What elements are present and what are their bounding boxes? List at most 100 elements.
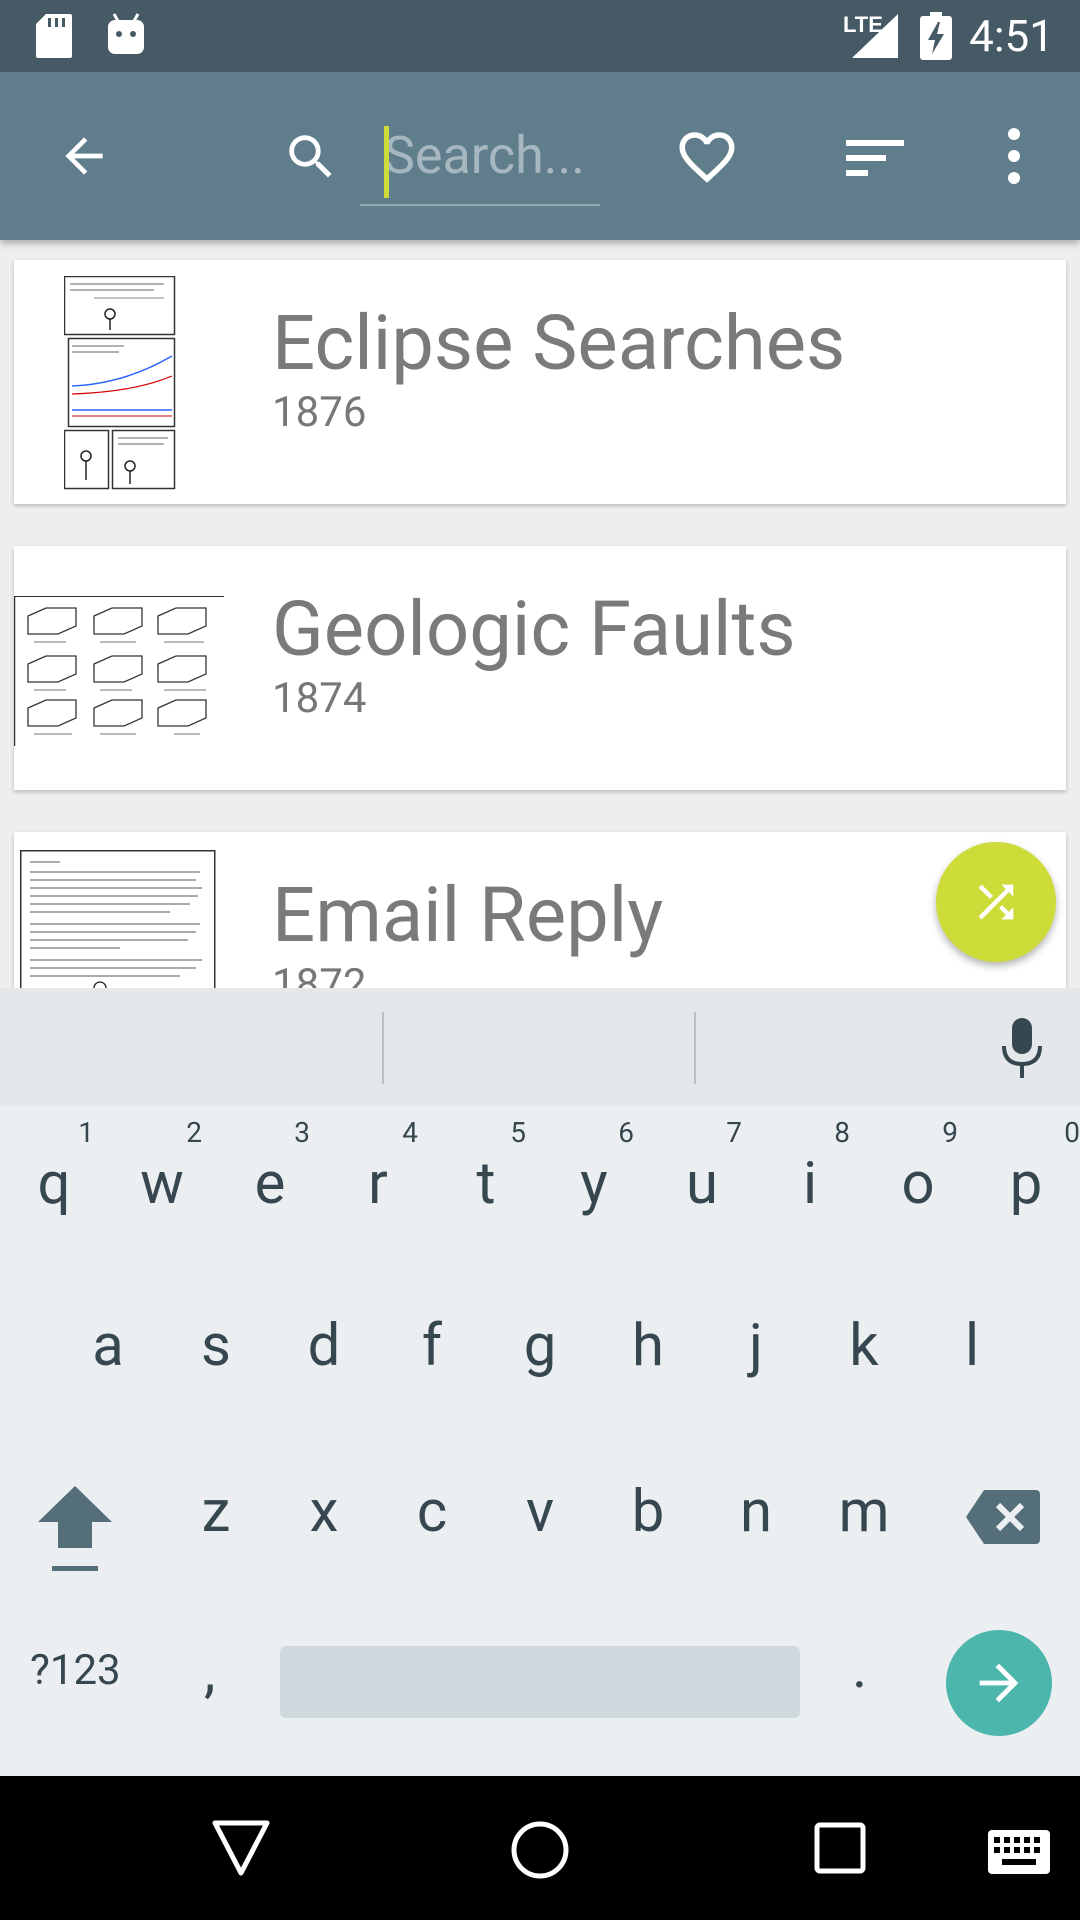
sort-icon[interactable] bbox=[846, 134, 904, 182]
key-z[interactable]: z bbox=[162, 1438, 270, 1598]
key-label: k bbox=[849, 1312, 879, 1380]
key-label: w bbox=[140, 1150, 184, 1218]
key-label: h bbox=[632, 1312, 664, 1380]
key-m[interactable]: m bbox=[810, 1438, 918, 1598]
key-f[interactable]: f bbox=[378, 1272, 486, 1432]
key-hint: 1 bbox=[78, 1116, 94, 1149]
comic-thumbnail bbox=[14, 596, 224, 746]
home-circle-icon[interactable] bbox=[510, 1820, 570, 1880]
signal-icon bbox=[852, 14, 898, 58]
key-k[interactable]: k bbox=[810, 1272, 918, 1432]
key-hint: 9 bbox=[942, 1116, 958, 1149]
key-hint: 2 bbox=[186, 1116, 202, 1149]
key-c[interactable]: c bbox=[378, 1438, 486, 1598]
key-x[interactable]: x bbox=[270, 1438, 378, 1598]
key-l[interactable]: l bbox=[918, 1272, 1026, 1432]
search-field[interactable] bbox=[360, 116, 600, 206]
key-hint: 4 bbox=[402, 1116, 418, 1149]
key-label: v bbox=[525, 1478, 555, 1546]
heart-icon[interactable] bbox=[674, 124, 740, 190]
comic-number: 1874 bbox=[272, 674, 367, 723]
more-vert-icon[interactable] bbox=[998, 126, 1030, 186]
key-label: l bbox=[964, 1312, 980, 1380]
key-label: s bbox=[201, 1312, 231, 1380]
suggestion-divider bbox=[382, 1012, 384, 1084]
key-label: m bbox=[838, 1478, 890, 1546]
key-j[interactable]: j bbox=[702, 1272, 810, 1432]
key-period[interactable]: . bbox=[852, 1634, 867, 1702]
comic-list[interactable]: Eclipse Searches 1876 Geologic Faults 18… bbox=[0, 240, 1080, 988]
key-label: p bbox=[1009, 1150, 1043, 1218]
key-h[interactable]: h bbox=[594, 1272, 702, 1432]
key-v[interactable]: v bbox=[486, 1438, 594, 1598]
text-cursor bbox=[384, 126, 389, 198]
comic-number: 1872 bbox=[272, 960, 367, 988]
key-o[interactable]: 9o bbox=[864, 1108, 972, 1268]
comic-card[interactable]: Eclipse Searches 1876 bbox=[14, 260, 1066, 504]
key-label: n bbox=[739, 1478, 773, 1546]
key-hint: 3 bbox=[294, 1116, 310, 1149]
key-r[interactable]: 4r bbox=[324, 1108, 432, 1268]
key-t[interactable]: 5t bbox=[432, 1108, 540, 1268]
recents-square-icon[interactable] bbox=[814, 1822, 866, 1874]
key-a[interactable]: a bbox=[54, 1272, 162, 1432]
key-u[interactable]: 7u bbox=[648, 1108, 756, 1268]
comic-card[interactable]: Email Reply 1872 bbox=[14, 832, 1066, 988]
toolbar bbox=[0, 72, 1080, 240]
key-label: i bbox=[802, 1150, 818, 1218]
back-arrow-icon[interactable] bbox=[56, 128, 112, 184]
comic-title: Geologic Faults bbox=[272, 584, 796, 674]
battery-charging-icon bbox=[920, 12, 952, 60]
symbols-key[interactable]: ?123 bbox=[30, 1646, 121, 1695]
key-hint: 8 bbox=[834, 1116, 850, 1149]
back-triangle-icon[interactable] bbox=[212, 1820, 270, 1876]
key-label: r bbox=[368, 1150, 388, 1218]
comic-title: Email Reply bbox=[272, 870, 664, 960]
key-n[interactable]: n bbox=[702, 1438, 810, 1598]
shift-key[interactable] bbox=[38, 1486, 112, 1574]
arrow-right-icon bbox=[979, 1663, 1019, 1703]
key-w[interactable]: 2w bbox=[108, 1108, 216, 1268]
key-d[interactable]: d bbox=[270, 1272, 378, 1432]
mic-icon[interactable] bbox=[996, 1016, 1048, 1080]
key-hint: 6 bbox=[618, 1116, 634, 1149]
key-label: a bbox=[92, 1312, 124, 1380]
comic-thumbnail bbox=[64, 276, 178, 490]
comic-number: 1876 bbox=[272, 388, 367, 437]
android-icon bbox=[108, 13, 144, 54]
key-y[interactable]: 6y bbox=[540, 1108, 648, 1268]
space-bar[interactable] bbox=[280, 1646, 800, 1718]
go-button[interactable] bbox=[946, 1630, 1052, 1736]
key-label: e bbox=[254, 1150, 286, 1218]
key-label: b bbox=[631, 1478, 665, 1546]
comic-title: Eclipse Searches bbox=[272, 298, 846, 388]
key-hint: 5 bbox=[510, 1116, 526, 1149]
key-label: d bbox=[307, 1312, 341, 1380]
key-label: j bbox=[749, 1312, 763, 1380]
search-icon[interactable] bbox=[282, 128, 340, 186]
key-label: q bbox=[37, 1150, 71, 1218]
key-label: o bbox=[901, 1150, 935, 1218]
key-hint: 0 bbox=[1064, 1116, 1080, 1149]
key-g[interactable]: g bbox=[486, 1272, 594, 1432]
key-label: x bbox=[309, 1478, 339, 1546]
key-s[interactable]: s bbox=[162, 1272, 270, 1432]
backspace-key[interactable] bbox=[966, 1490, 1040, 1544]
keyboard-switch-icon[interactable] bbox=[988, 1830, 1050, 1874]
shuffle-icon bbox=[978, 884, 1014, 920]
random-comic-button[interactable] bbox=[936, 842, 1056, 962]
comic-card[interactable]: Geologic Faults 1874 bbox=[14, 546, 1066, 790]
key-label: f bbox=[421, 1312, 443, 1380]
key-e[interactable]: 3e bbox=[216, 1108, 324, 1268]
key-label: t bbox=[476, 1150, 496, 1218]
key-comma[interactable]: , bbox=[204, 1638, 215, 1706]
key-p[interactable]: 0p bbox=[972, 1108, 1080, 1268]
soft-keyboard[interactable]: 1q 2w 3e 4r 5t 6y 7u 8i 9o 0p a s d f g … bbox=[0, 988, 1080, 1776]
search-input[interactable] bbox=[384, 122, 584, 188]
clock: 4:51 bbox=[969, 10, 1054, 62]
key-i[interactable]: 8i bbox=[756, 1108, 864, 1268]
key-b[interactable]: b bbox=[594, 1438, 702, 1598]
key-hint: 7 bbox=[726, 1116, 742, 1149]
key-q[interactable]: 1q bbox=[0, 1108, 108, 1268]
navigation-bar bbox=[0, 1776, 1080, 1920]
